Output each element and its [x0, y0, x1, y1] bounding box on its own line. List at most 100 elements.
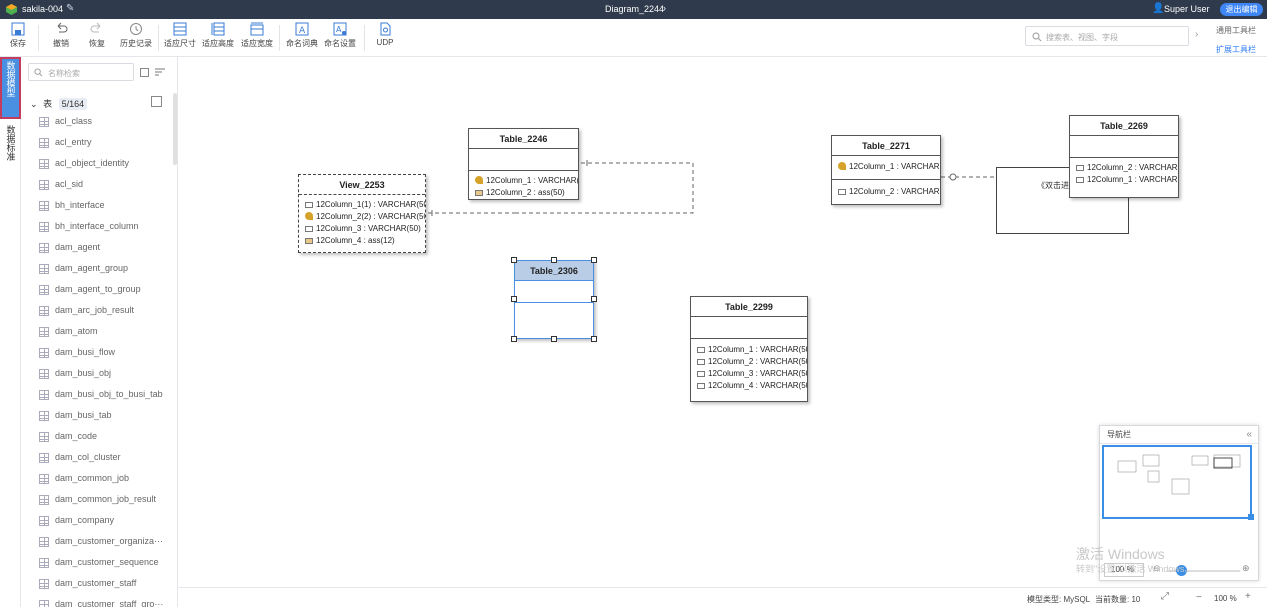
resize-handle[interactable]: [551, 257, 557, 263]
table-list-item[interactable]: dam_customer_organiza···: [39, 533, 169, 554]
table-list-item[interactable]: dam_busi_tab: [39, 407, 169, 428]
entity-table-2306[interactable]: Table_2306: [514, 260, 594, 339]
tab-data-standard[interactable]: 数据标准: [2, 123, 19, 164]
chevron-right-icon[interactable]: ›: [1195, 29, 1198, 40]
entity-column[interactable]: 12Column_2 : VARCHAR(…: [832, 186, 940, 198]
table-list-item[interactable]: bh_interface: [39, 197, 169, 218]
collapse-icon[interactable]: «: [1246, 426, 1252, 444]
sidebar-scrollbar[interactable]: [173, 93, 177, 165]
fit-height-button[interactable]: 适应高度: [201, 22, 235, 49]
entity-column[interactable]: 12Column_3 : VARCHAR(50): [691, 368, 807, 380]
table-list-item[interactable]: dam_busi_obj: [39, 365, 169, 386]
table-list-item[interactable]: dam_customer_staff_gro···: [39, 596, 169, 607]
table-list-item[interactable]: acl_object_identity: [39, 155, 169, 176]
table-list-item[interactable]: dam_busi_obj_to_busi_tab: [39, 386, 169, 407]
resize-handle[interactable]: [511, 257, 517, 263]
history-button[interactable]: 历史记录: [118, 22, 154, 49]
relationship-endpoint: [949, 173, 957, 181]
table-list-item-label: dam_customer_sequence: [55, 557, 159, 567]
naming-settings-button[interactable]: A 命名设置: [323, 22, 357, 49]
navigator-resize-handle[interactable]: [1248, 514, 1254, 520]
table-list-item[interactable]: dam_common_job: [39, 470, 169, 491]
entity-view-2253[interactable]: View_2253 12Column_1(1) : VARCHAR(50) 12…: [298, 174, 426, 253]
naming-dict-button[interactable]: A 命名词典: [285, 22, 319, 49]
general-toolbar-tab[interactable]: 通用工具栏: [1216, 25, 1256, 36]
table-list-item-label: acl_class: [55, 116, 93, 126]
table-list-item[interactable]: dam_company: [39, 512, 169, 533]
entity-column[interactable]: 12Column_2 : ass(50): [469, 187, 578, 199]
entity-table-2271[interactable]: Table_2271 12Column_1 : VARCHAR(… 12Colu…: [831, 135, 941, 205]
entity-column[interactable]: 12Column_4 : ass(12): [299, 235, 425, 247]
table-list-item[interactable]: acl_entry: [39, 134, 169, 155]
tab-data-model[interactable]: 数据模型: [0, 57, 21, 119]
entity-primary-key-section: 12Column_1 : VARCHAR(…: [832, 156, 940, 180]
table-list-item[interactable]: bh_interface_column: [39, 218, 169, 239]
add-table-icon[interactable]: [151, 96, 162, 107]
table-list-item-label: dam_common_job_result: [55, 494, 157, 504]
zoom-level[interactable]: 100 %: [1214, 594, 1237, 603]
entity-table-2269[interactable]: Table_2269 12Column_2 : VARCHAR(… 12Colu…: [1069, 115, 1179, 198]
table-list-item[interactable]: dam_customer_staff: [39, 575, 169, 596]
table-list-item[interactable]: dam_atom: [39, 323, 169, 344]
table-list-item[interactable]: dam_arc_job_result: [39, 302, 169, 323]
table-list-item[interactable]: dam_agent_to_group: [39, 281, 169, 302]
entity-column[interactable]: 12Column_2(2) : VARCHAR(50): [299, 211, 425, 223]
entity-table-2299[interactable]: Table_2299 12Column_1 : VARCHAR(50) 12Co…: [690, 296, 808, 402]
resize-handle[interactable]: [591, 336, 597, 342]
table-list-item[interactable]: dam_agent: [39, 239, 169, 260]
edit-name-icon[interactable]: ✎: [66, 3, 74, 14]
resize-handle[interactable]: [591, 296, 597, 302]
table-list-item[interactable]: acl_sid: [39, 176, 169, 197]
resize-handle[interactable]: [591, 257, 597, 263]
table-list-item[interactable]: dam_col_cluster: [39, 449, 169, 470]
save-button[interactable]: 保存: [8, 22, 28, 49]
table-list-item[interactable]: acl_class: [39, 113, 169, 134]
project-name: sakila-004: [22, 4, 64, 14]
entity-table-2246[interactable]: Table_2246 12Column_1 : VARCHAR(5··· 12C…: [468, 128, 579, 200]
zoom-in-button[interactable]: +: [1245, 591, 1251, 602]
table-icon: [39, 474, 49, 484]
exit-edit-button[interactable]: 退出编辑: [1220, 3, 1263, 16]
extended-toolbar-tab[interactable]: 扩展工具栏: [1216, 44, 1256, 55]
tree-root[interactable]: ⌄ 表 5/164: [30, 97, 88, 110]
fit-size-button[interactable]: 适应尺寸: [163, 22, 197, 49]
resize-handle[interactable]: [511, 296, 517, 302]
diagram-name[interactable]: Diagram_2244: [605, 4, 664, 14]
search-input[interactable]: 搜索表、视图、字段: [1025, 26, 1189, 46]
entity-column[interactable]: 12Column_1 : VARCHAR(…: [1070, 174, 1178, 186]
resize-handle[interactable]: [511, 336, 517, 342]
table-icon: [39, 600, 49, 607]
svg-text:A: A: [336, 25, 342, 34]
navigator-viewport[interactable]: [1102, 445, 1252, 519]
entity-column[interactable]: 12Column_1(1) : VARCHAR(50): [299, 199, 425, 211]
user-name[interactable]: Super User: [1164, 4, 1210, 14]
entity-column[interactable]: 12Column_1 : VARCHAR(50): [691, 344, 807, 356]
entity-column[interactable]: 12Column_3 : VARCHAR(50): [299, 223, 425, 235]
table-list-item[interactable]: dam_common_job_result: [39, 491, 169, 512]
table-icon: [39, 201, 49, 211]
chevron-down-icon[interactable]: ⌄: [30, 99, 38, 109]
table-list-item[interactable]: dam_code: [39, 428, 169, 449]
fullscreen-icon[interactable]: ⤢: [1161, 591, 1169, 602]
sort-icon[interactable]: [155, 67, 165, 77]
redo-button[interactable]: 恢复: [86, 22, 108, 49]
sidebar-search-input[interactable]: 名称检索: [28, 63, 134, 81]
resize-handle[interactable]: [551, 336, 557, 342]
entity-column[interactable]: 12Column_2 : VARCHAR(50): [691, 356, 807, 368]
entity-column[interactable]: 12Column_2 : VARCHAR(…: [1070, 162, 1178, 174]
table-list-item-label: dam_common_job: [55, 473, 130, 483]
entity-column[interactable]: 12Column_1 : VARCHAR(5···: [469, 175, 578, 187]
zoom-in-icon[interactable]: ⊕: [1242, 563, 1250, 574]
udp-button[interactable]: UDP: [374, 22, 396, 47]
entity-column[interactable]: 12Column_1 : VARCHAR(…: [832, 161, 940, 173]
select-all-checkbox[interactable]: [140, 68, 149, 77]
undo-button[interactable]: 撤销: [50, 22, 72, 49]
fit-width-button[interactable]: 适应宽度: [240, 22, 274, 49]
chevron-right-icon[interactable]: ›: [663, 3, 666, 13]
table-list-item[interactable]: dam_busi_flow: [39, 344, 169, 365]
zoom-out-button[interactable]: −: [1196, 592, 1202, 603]
history-label: 历史记录: [120, 39, 152, 48]
table-list-item[interactable]: dam_agent_group: [39, 260, 169, 281]
entity-column[interactable]: 12Column_4 : VARCHAR(50): [691, 380, 807, 392]
table-list-item[interactable]: dam_customer_sequence: [39, 554, 169, 575]
